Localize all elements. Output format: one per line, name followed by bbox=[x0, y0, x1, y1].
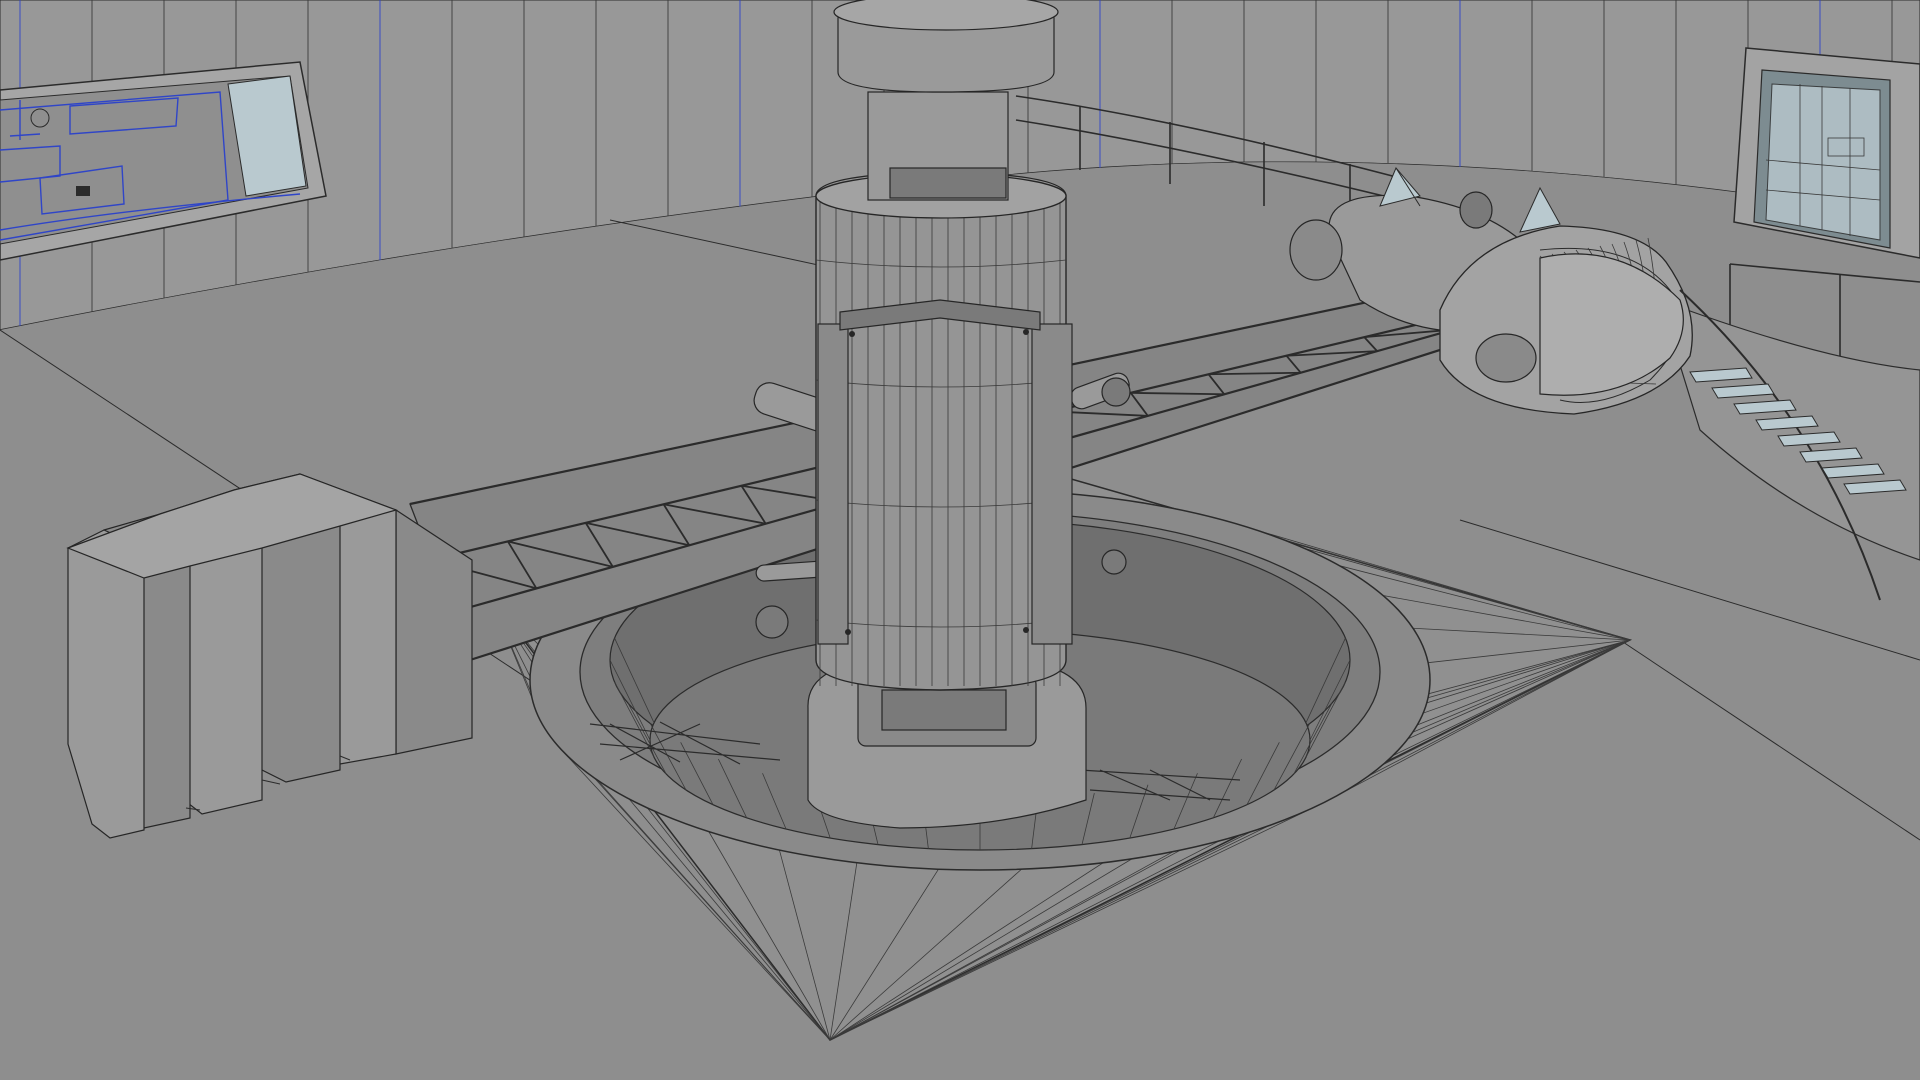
3d-viewport[interactable] bbox=[0, 0, 1920, 1080]
doorway[interactable] bbox=[1733, 47, 1920, 259]
wireframe-scene[interactable] bbox=[0, 0, 1920, 1080]
